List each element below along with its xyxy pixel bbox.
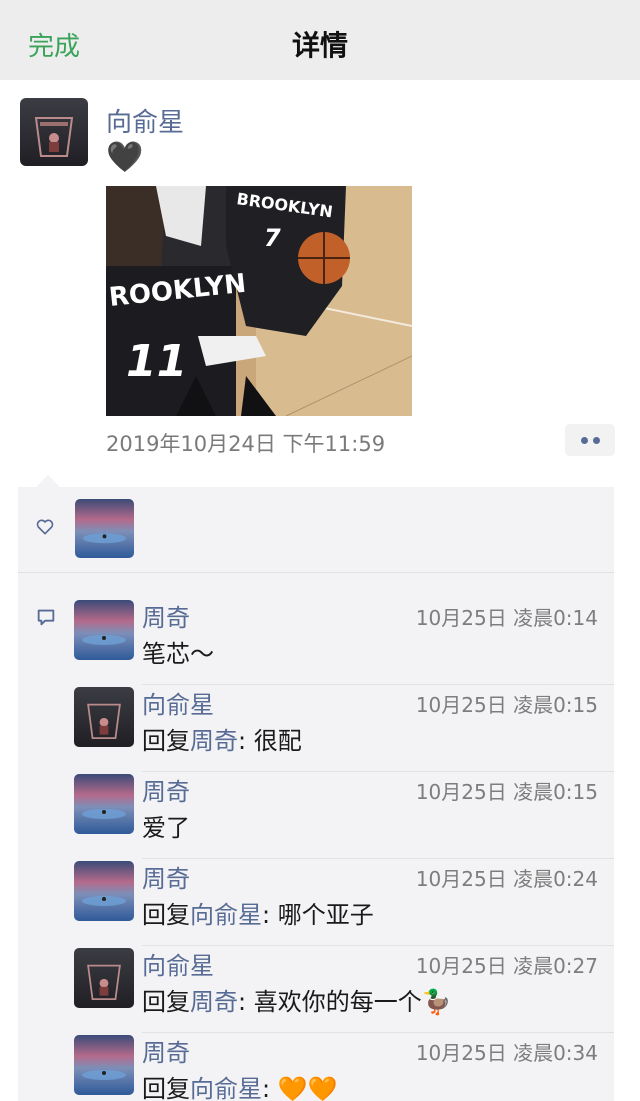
commenter-avatar[interactable]	[74, 948, 134, 1008]
poster-avatar[interactable]	[20, 98, 88, 166]
more-options-button[interactable]	[565, 424, 615, 456]
comment-text: 笔芯～	[142, 634, 214, 669]
comment-text: 回复向俞星: 🧡🧡	[142, 1069, 337, 1101]
comment-item[interactable]: 周奇 10月25日 凌晨0:15 爱了	[18, 772, 614, 859]
interaction-panel: 周奇 10月25日 凌晨0:14 笔芯～ 向俞星 10月25日 凌晨0:15 回…	[18, 475, 614, 1101]
commenter-avatar[interactable]	[74, 687, 134, 747]
photo-jersey-number-7: 7	[264, 224, 281, 252]
dot-icon	[581, 437, 588, 444]
comment-time: 10月25日 凌晨0:15	[415, 780, 598, 804]
comment-item[interactable]: 向俞星 10月25日 凌晨0:15 回复周奇: 很配	[18, 685, 614, 772]
commenter-avatar[interactable]	[74, 774, 134, 834]
comment-item[interactable]: 周奇 10月25日 凌晨0:14 笔芯～	[18, 598, 614, 685]
commenter-name[interactable]: 向俞星	[142, 685, 214, 720]
commenter-name[interactable]: 周奇	[142, 598, 190, 633]
post-photo[interactable]: ROOKLYN 11 BROOKLYN 7	[106, 186, 412, 416]
reply-label: 回复	[142, 1075, 190, 1101]
comment-text: 回复周奇: 喜欢你的每一个🦆	[142, 982, 452, 1017]
comment-item[interactable]: 向俞星 10月25日 凌晨0:27 回复周奇: 喜欢你的每一个🦆	[18, 946, 614, 1033]
comment-body: : 哪个亚子	[262, 901, 374, 929]
post-text: 🖤	[106, 140, 144, 175]
comment-body: : 喜欢你的每一个🦆	[238, 988, 452, 1016]
page-title: 详情	[291, 29, 348, 62]
comment-body: : 🧡🧡	[262, 1075, 338, 1101]
liker-avatar[interactable]	[75, 499, 134, 558]
poster-name[interactable]: 向俞星	[106, 102, 184, 139]
comment-item[interactable]: 周奇 10月25日 凌晨0:34 回复向俞星: 🧡🧡	[18, 1033, 614, 1101]
comment-time: 10月25日 凌晨0:14	[415, 606, 598, 630]
comment-time: 10月25日 凌晨0:27	[415, 954, 598, 978]
commenter-name[interactable]: 向俞星	[142, 946, 214, 981]
reply-label: 回复	[142, 901, 190, 929]
reply-to-name[interactable]: 周奇	[190, 988, 238, 1016]
comment-body: : 很配	[238, 727, 302, 755]
comment-body: 爱了	[142, 814, 190, 842]
comment-time: 10月25日 凌晨0:15	[415, 693, 598, 717]
commenter-name[interactable]: 周奇	[142, 772, 190, 807]
commenter-name[interactable]: 周奇	[142, 1033, 190, 1068]
commenter-avatar[interactable]	[74, 861, 134, 921]
post-timestamp: 2019年10月24日 下午11:59	[106, 432, 386, 456]
commenter-name[interactable]: 周奇	[142, 859, 190, 894]
comment-time: 10月25日 凌晨0:34	[415, 1041, 598, 1065]
comment-time: 10月25日 凌晨0:24	[415, 867, 598, 891]
commenter-avatar[interactable]	[74, 600, 134, 660]
reply-to-name[interactable]: 向俞星	[190, 1075, 262, 1101]
reply-label: 回复	[142, 988, 190, 1016]
comment-text: 回复周奇: 很配	[142, 721, 302, 756]
likes-row	[18, 487, 614, 573]
reply-to-name[interactable]: 向俞星	[190, 901, 262, 929]
panel-caret	[36, 475, 60, 487]
comment-body: 笔芯～	[142, 640, 214, 668]
comment-text: 回复向俞星: 哪个亚子	[142, 895, 374, 930]
heart-icon	[35, 517, 55, 541]
commenter-avatar[interactable]	[74, 1035, 134, 1095]
top-navigation-bar: 完成 详情	[0, 0, 640, 80]
reply-to-name[interactable]: 周奇	[190, 727, 238, 755]
comment-item[interactable]: 周奇 10月25日 凌晨0:24 回复向俞星: 哪个亚子	[18, 859, 614, 946]
photo-jersey-number-11: 11	[126, 336, 187, 387]
comment-text: 爱了	[142, 808, 190, 843]
dot-icon	[593, 437, 600, 444]
reply-label: 回复	[142, 727, 190, 755]
